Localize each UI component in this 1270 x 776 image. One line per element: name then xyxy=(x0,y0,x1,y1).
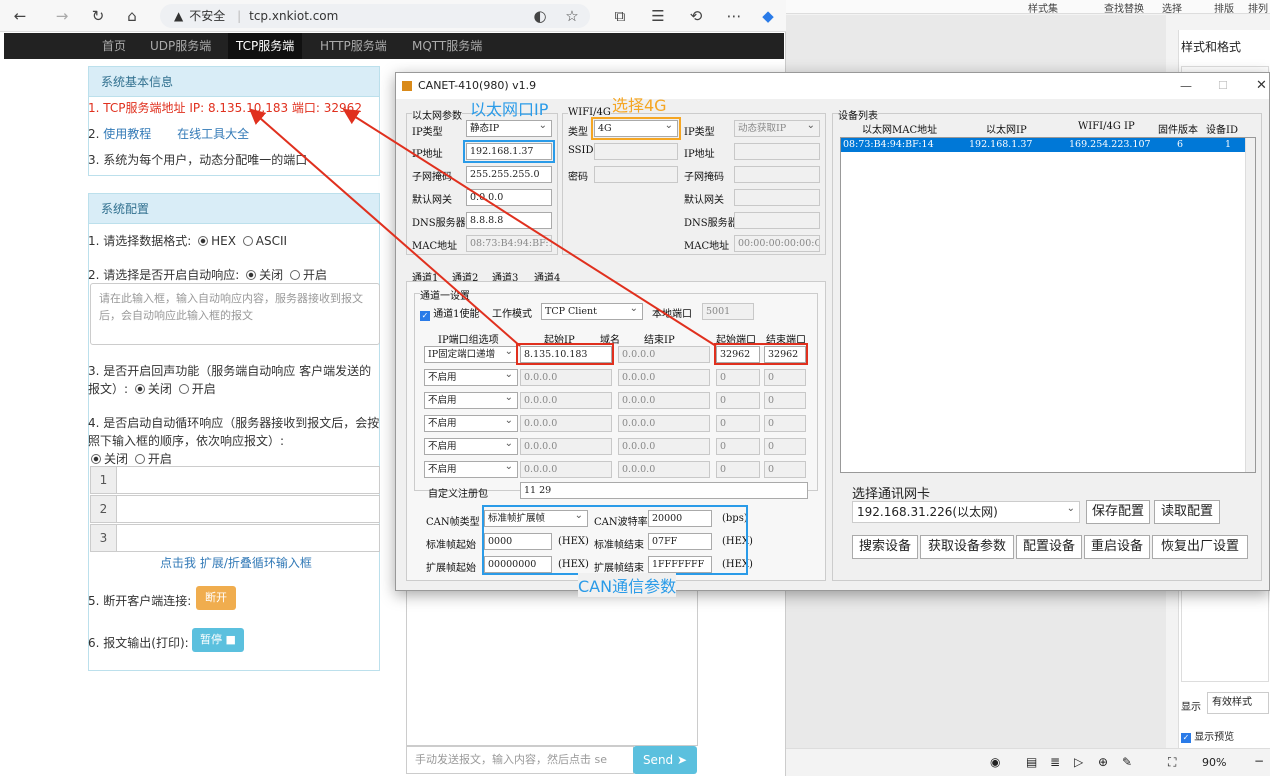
annotation-arrows xyxy=(248,108,717,347)
arrow-ip xyxy=(248,108,521,347)
arrow-port xyxy=(342,108,717,347)
